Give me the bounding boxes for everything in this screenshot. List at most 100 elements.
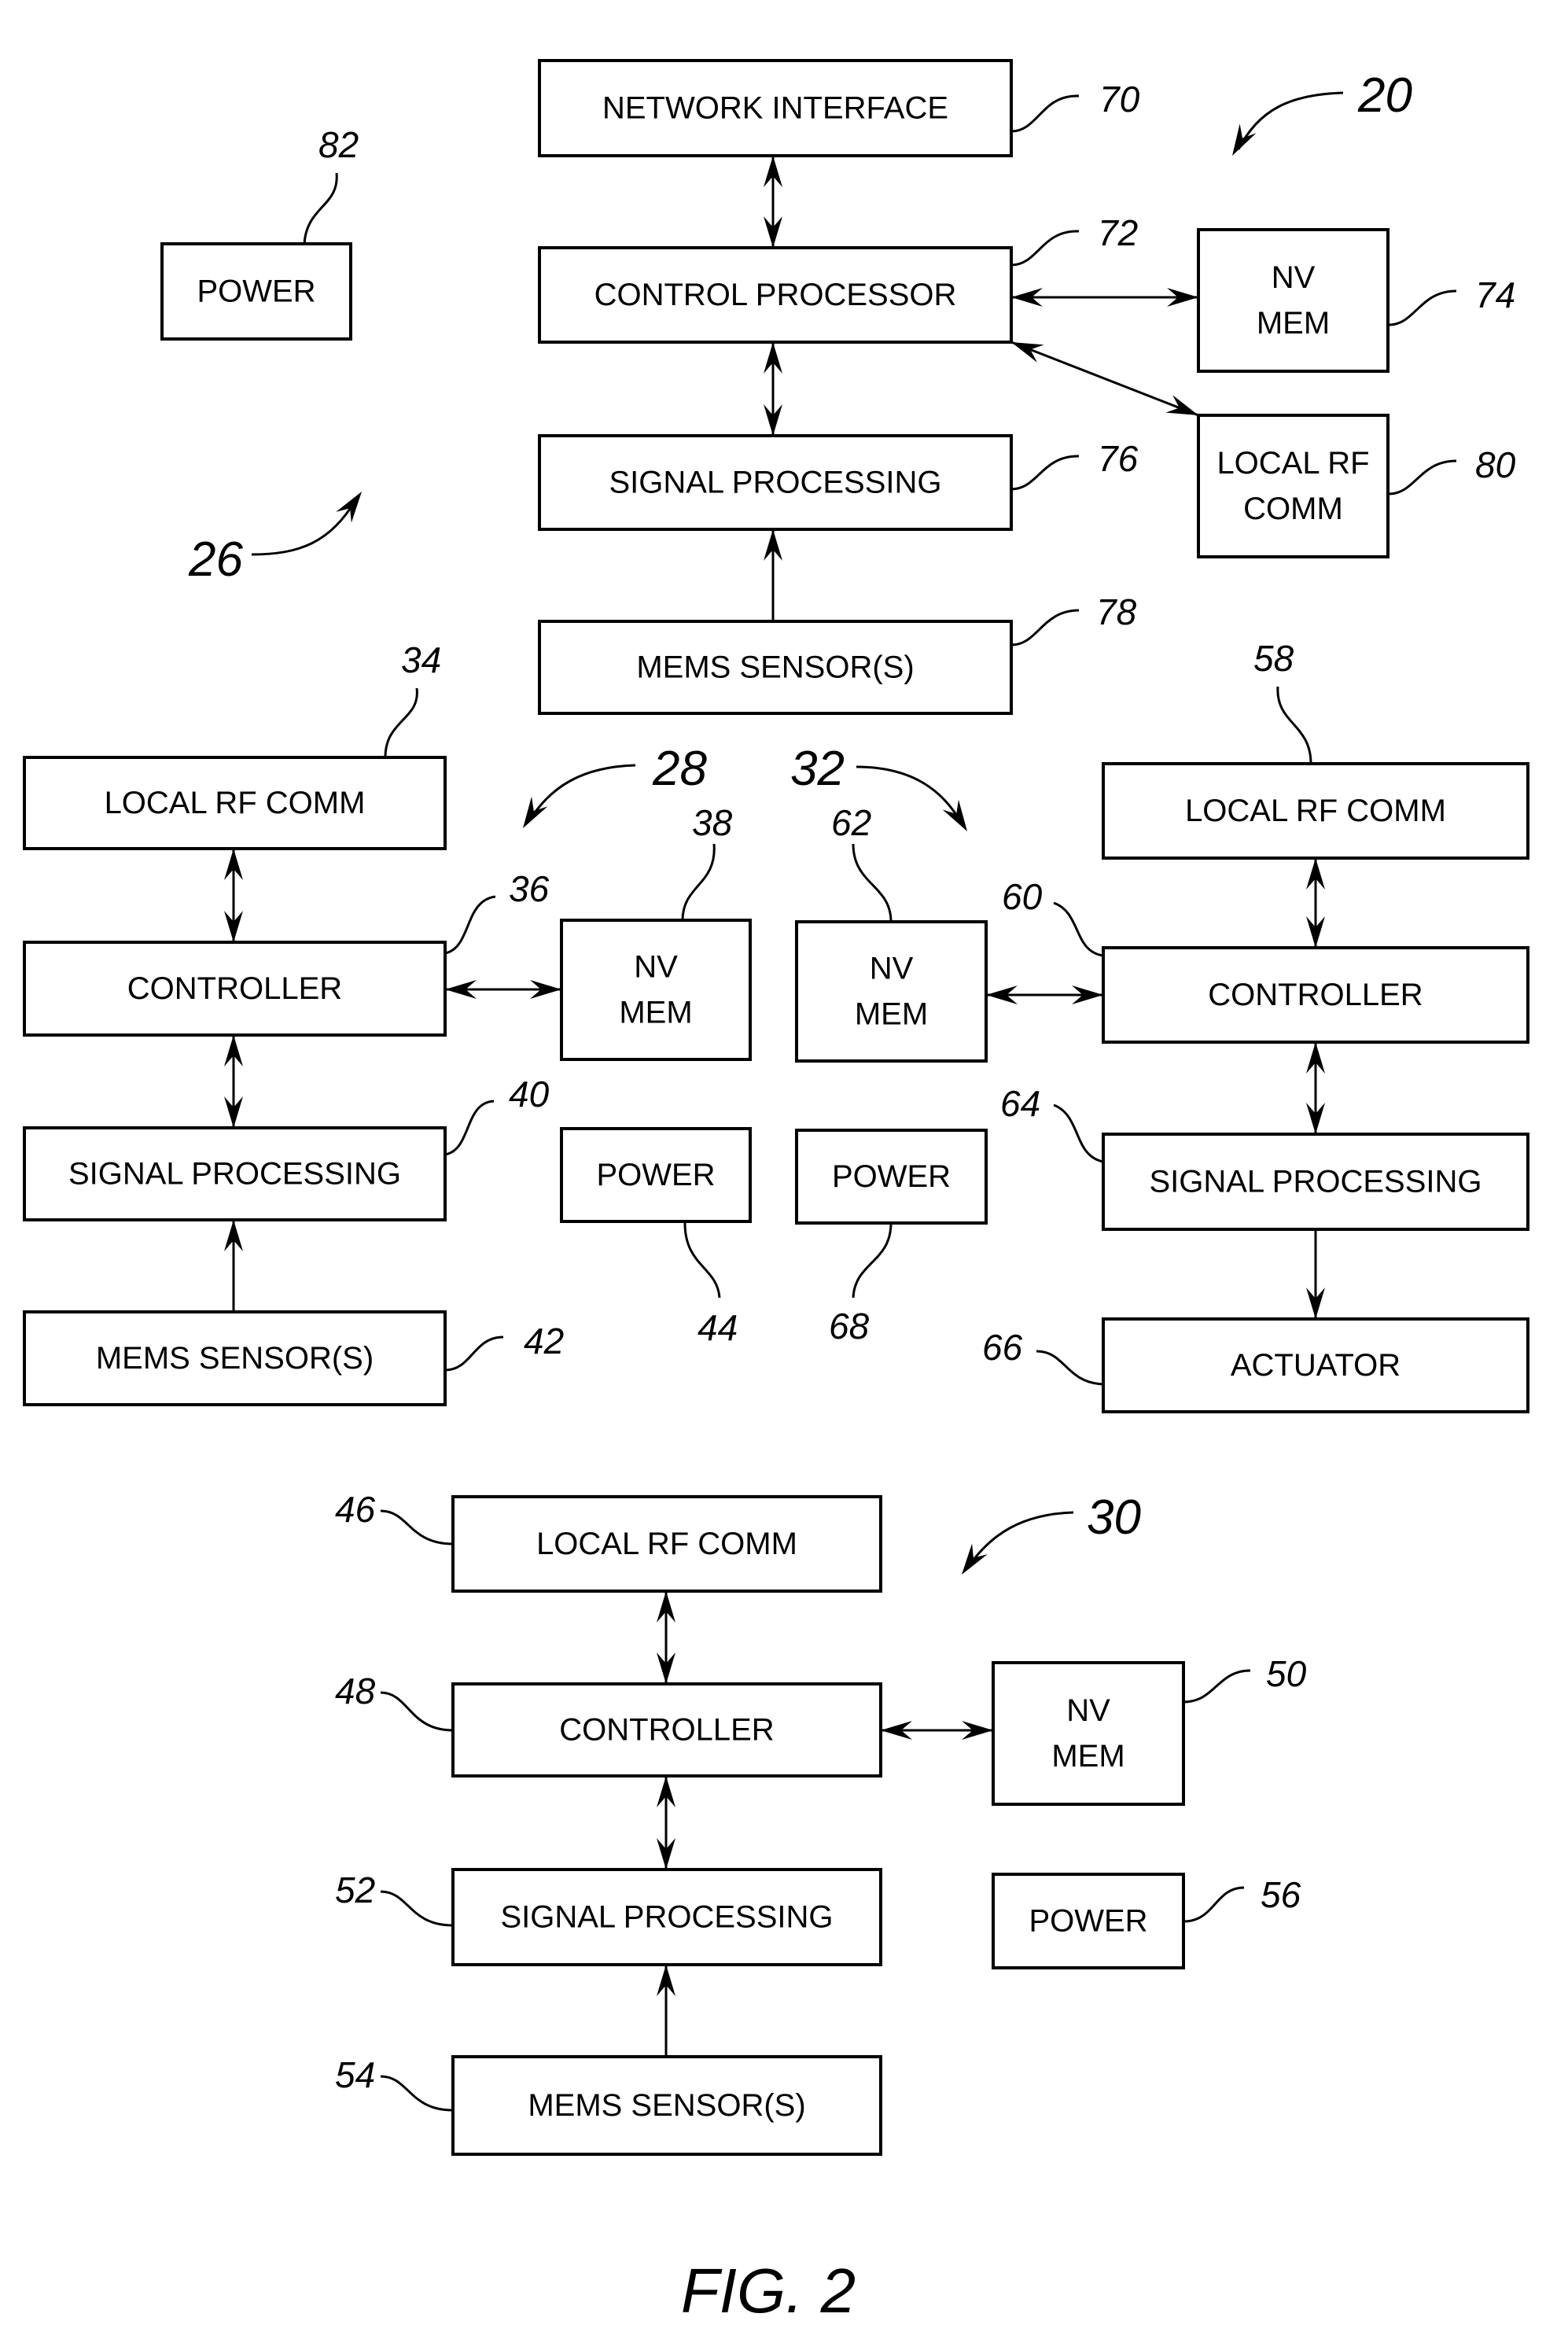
block-power-68: POWER (795, 1129, 988, 1225)
bidirectional-arrow-local-rf-comm-34-to-controller-36 (224, 849, 243, 942)
block-label: LOCAL RF (1216, 446, 1369, 481)
leader-line (852, 843, 893, 923)
block-label: MEM (1051, 1739, 1124, 1774)
bidirectional-arrow-control-processor-to-nv-mem-74 (1011, 288, 1198, 307)
reference-numeral-58: 58 (1253, 638, 1294, 679)
block-local-rf-comm-34: LOCAL RF COMM (23, 756, 447, 850)
leader-line (1010, 94, 1080, 133)
bidirectional-arrow-controller-48-to-nv-mem-50 (881, 1721, 993, 1740)
group-pointer-line (1237, 91, 1344, 150)
leader-line (380, 1890, 454, 1927)
block-local-rf-comm-58: LOCAL RF COMM (1102, 762, 1529, 860)
reference-numeral-66: 66 (982, 1327, 1023, 1368)
block-label: NV (1272, 260, 1316, 295)
block-control-processor: CONTROL PROCESSOR (538, 246, 1013, 344)
block-nv-mem-50: NV MEM (992, 1661, 1185, 1806)
block-label: POWER (596, 1158, 715, 1192)
block-label: MEMS SENSOR(S) (636, 650, 914, 685)
block-border (795, 920, 988, 1063)
bidirectional-arrow-control-processor-to-local-rf-comm-80 (1010, 341, 1199, 417)
reference-numeral-36: 36 (509, 868, 550, 909)
leader-line (384, 687, 418, 758)
block-label: SIGNAL PROCESSING (500, 1900, 833, 1935)
group-label-actuator-node: 32 (790, 742, 967, 831)
leader-line (1010, 230, 1080, 267)
block-mems-sensor-54: MEMS SENSOR(S) (451, 2055, 882, 2156)
reference-numeral-38: 38 (692, 802, 733, 843)
reference-numeral-50: 50 (1266, 1653, 1307, 1694)
group-numeral-30: 30 (1087, 1490, 1141, 1545)
group-label-gateway: 20 (1232, 68, 1412, 156)
reference-numeral-34: 34 (401, 639, 441, 680)
block-label: NV (634, 950, 678, 985)
reference-numeral-52: 52 (335, 1870, 375, 1910)
leader-line (303, 172, 338, 245)
block-mems-sensor-42: MEMS SENSOR(S) (23, 1310, 447, 1406)
block-label: CONTROLLER (559, 1713, 774, 1748)
reference-numeral-80: 80 (1475, 444, 1516, 485)
reference-numeral-70: 70 (1099, 79, 1140, 120)
reference-numeral-72: 72 (1098, 212, 1138, 253)
reference-numeral-68: 68 (829, 1306, 870, 1346)
reference-numeral-46: 46 (335, 1489, 376, 1530)
block-power-82: POWER (160, 242, 352, 341)
leader-line (444, 1100, 495, 1156)
block-nv-mem-62: NV MEM (795, 920, 988, 1063)
block-label: MEM (619, 996, 692, 1030)
group-pointer-line (527, 764, 636, 823)
reference-numeral-54: 54 (335, 2054, 375, 2095)
block-local-rf-comm-80: LOCAL RF COMM (1197, 414, 1389, 558)
block-label: MEMS SENSOR(S) (528, 2088, 805, 2123)
leader-line (1388, 459, 1457, 495)
block-signal-processing-52: SIGNAL PROCESSING (451, 1868, 882, 1966)
block-network-interface: NETWORK INTERFACE (538, 59, 1013, 157)
block-controller-36: CONTROLLER (23, 941, 447, 1037)
block-local-rf-comm-46: LOCAL RF COMM (451, 1495, 882, 1593)
block-label: POWER (197, 274, 315, 309)
block-actuator-66: ACTUATOR (1102, 1317, 1529, 1413)
block-label: LOCAL RF COMM (105, 786, 366, 820)
group-label-sensor-node-left: 28 (523, 742, 707, 828)
group-label-sensor-node-bottom: 30 (962, 1490, 1141, 1575)
leader-line (1010, 455, 1080, 491)
leader-line (444, 895, 496, 955)
block-layer: NETWORK INTERFACECONTROL PROCESSOR NVMEMS… (23, 59, 1529, 2156)
leader-line (683, 1221, 721, 1299)
leader-line (681, 843, 716, 921)
leader-line (1183, 1886, 1245, 1923)
arrow-signal-processing-64-to-actuator-66 (1306, 1229, 1325, 1319)
leader-line (444, 1335, 504, 1372)
bidirectional-arrow-nv-mem-62-to-controller-60 (986, 985, 1103, 1004)
group-pointer-line (251, 499, 357, 556)
block-signal-processing-64: SIGNAL PROCESSING (1102, 1133, 1529, 1231)
block-label: MEM (855, 997, 928, 1032)
reference-numeral-78: 78 (1096, 591, 1137, 632)
leader-line (852, 1222, 893, 1299)
group-pointer-arrowhead-icon (942, 799, 967, 831)
arrow-mems-sensor-42-to-signal-processing-40 (224, 1220, 243, 1312)
block-signal-processing-40: SIGNAL PROCESSING (23, 1126, 447, 1221)
reference-numeral-74: 74 (1475, 274, 1515, 315)
block-border (992, 1661, 1185, 1806)
block-label: ACTUATOR (1231, 1348, 1401, 1383)
bidirectional-arrow-local-rf-comm-46-to-controller-48 (657, 1591, 675, 1684)
block-label: POWER (1029, 1904, 1147, 1939)
arrow-mems-sensor-54-to-signal-processing-52 (657, 1965, 675, 2057)
block-label: SIGNAL PROCESSING (68, 1157, 401, 1192)
group-numeral-26: 26 (188, 532, 243, 587)
block-label: CONTROLLER (1208, 978, 1423, 1012)
leader-line (1183, 1669, 1251, 1704)
bidirectional-arrow-control-processor-to-signal-processing-76 (764, 342, 782, 436)
group-numeral-32: 32 (790, 742, 845, 796)
block-label: NV (870, 952, 914, 986)
group-pointer-line (966, 1511, 1074, 1569)
arrow-mems-sensor-78-to-signal-processing-76 (764, 529, 782, 621)
block-label: SIGNAL PROCESSING (1149, 1165, 1482, 1199)
reference-numeral-44: 44 (698, 1307, 738, 1348)
bidirectional-arrow-local-rf-comm-58-to-controller-60 (1306, 858, 1325, 948)
block-label: LOCAL RF COMM (1185, 794, 1446, 828)
leader-line (1276, 686, 1312, 764)
group-pointer-line (856, 765, 964, 826)
leader-line (1053, 1103, 1104, 1163)
reference-numeral-40: 40 (509, 1074, 550, 1114)
